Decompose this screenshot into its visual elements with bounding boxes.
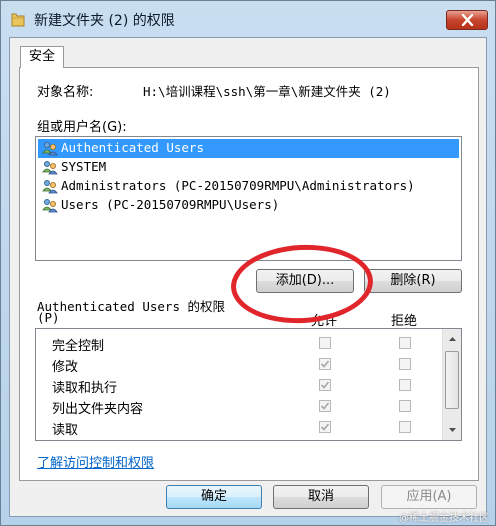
permissions-header: Authenticated Users 的权限 (37, 299, 226, 314)
folder-icon (11, 13, 25, 27)
permission-name: 修改 (52, 360, 79, 375)
deny-checkbox[interactable] (399, 400, 411, 412)
list-item[interactable]: Administrators (PC-20150709RMPU\Administ… (38, 177, 459, 196)
apply-button[interactable]: 应用(A) (381, 485, 477, 509)
checkmark-icon (320, 360, 330, 368)
scroll-down-icon[interactable] (445, 422, 460, 437)
ok-button[interactable]: 确定 (166, 485, 262, 509)
deny-checkbox[interactable] (399, 379, 411, 391)
list-item[interactable]: SYSTEM (38, 158, 459, 177)
users-icon (42, 161, 58, 175)
users-icon (42, 199, 58, 213)
cancel-button[interactable]: 取消 (273, 485, 369, 509)
window-title: 新建文件夹 (2) 的权限 (34, 13, 175, 29)
list-item[interactable]: Users (PC-20150709RMPU\Users) (38, 196, 459, 215)
allow-checkbox[interactable] (319, 337, 331, 349)
allow-checkbox[interactable] (319, 400, 331, 412)
table-row: 读取和执行 (36, 375, 441, 396)
table-row: 读取 (36, 417, 441, 438)
table-row: 完全控制 (36, 333, 441, 354)
groups-label: 组或用户名(G): (37, 120, 127, 135)
user-name: Authenticated Users (61, 140, 204, 155)
permission-name: 列出文件夹内容 (52, 402, 144, 417)
tab-security[interactable]: 安全 (20, 46, 64, 68)
allow-column-header: 允许 (311, 314, 338, 329)
allow-checkbox[interactable] (319, 379, 331, 391)
object-name-value: H:\培训课程\ssh\第一章\新建文件夹 (2) (143, 84, 391, 99)
users-icon (42, 180, 58, 194)
add-button[interactable]: 添加(D)... (256, 269, 354, 293)
deny-checkbox[interactable] (399, 358, 411, 370)
checkmark-icon (320, 423, 330, 431)
permission-name: 完全控制 (52, 339, 105, 354)
allow-checkbox[interactable] (319, 421, 331, 433)
user-name: Administrators (PC-20150709RMPU\Administ… (61, 178, 415, 193)
close-button[interactable] (446, 10, 488, 30)
permissions-scrollbar[interactable] (442, 329, 461, 440)
permission-name: 读取 (52, 423, 79, 438)
deny-checkbox[interactable] (399, 337, 411, 349)
allow-checkbox[interactable] (319, 358, 331, 370)
remove-button[interactable]: 删除(R) (364, 269, 462, 293)
list-item[interactable]: Authenticated Users (38, 139, 459, 158)
permission-name: 读取和执行 (52, 381, 118, 396)
scroll-up-icon[interactable] (445, 332, 460, 347)
table-row: 修改 (36, 354, 441, 375)
users-icon (42, 142, 58, 156)
checkmark-icon (320, 402, 330, 410)
object-name-label: 对象名称: (37, 85, 94, 100)
users-list[interactable]: Authenticated Users SYSTEM Administrator… (35, 136, 462, 261)
permissions-table: 完全控制 修改 读取和执行 列出文件夹内容 读取 (35, 328, 462, 441)
scrollbar-thumb[interactable] (445, 351, 459, 409)
user-name: SYSTEM (61, 159, 107, 174)
permissions-header-shortcut: (P) (37, 310, 60, 325)
table-row: 列出文件夹内容 (36, 396, 441, 417)
access-control-help-link[interactable]: 了解访问控制和权限 (37, 452, 154, 471)
close-icon (461, 14, 474, 26)
deny-column-header: 拒绝 (391, 314, 418, 329)
title-bar[interactable]: 新建文件夹 (2) 的权限 (1, 1, 495, 37)
checkmark-icon (320, 381, 330, 389)
deny-checkbox[interactable] (399, 421, 411, 433)
watermark: @稀土掘金技术社区 (399, 513, 489, 524)
permissions-dialog: 新建文件夹 (2) 的权限 安全 对象名称: H:\培训课程\ssh\第一章\新… (0, 0, 496, 526)
user-name: Users (PC-20150709RMPU\Users) (61, 197, 280, 212)
